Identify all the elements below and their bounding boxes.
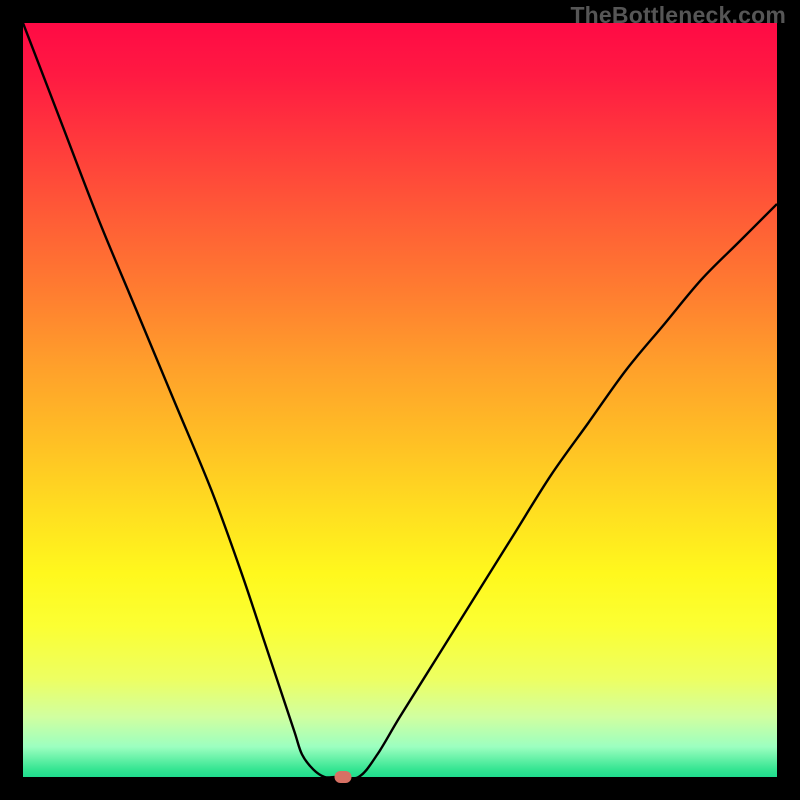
- bottleneck-curve: [23, 23, 777, 777]
- chart-frame: TheBottleneck.com: [0, 0, 800, 800]
- curve-path: [23, 23, 777, 777]
- optimal-point-marker: [335, 771, 352, 783]
- plot-area: [23, 23, 777, 777]
